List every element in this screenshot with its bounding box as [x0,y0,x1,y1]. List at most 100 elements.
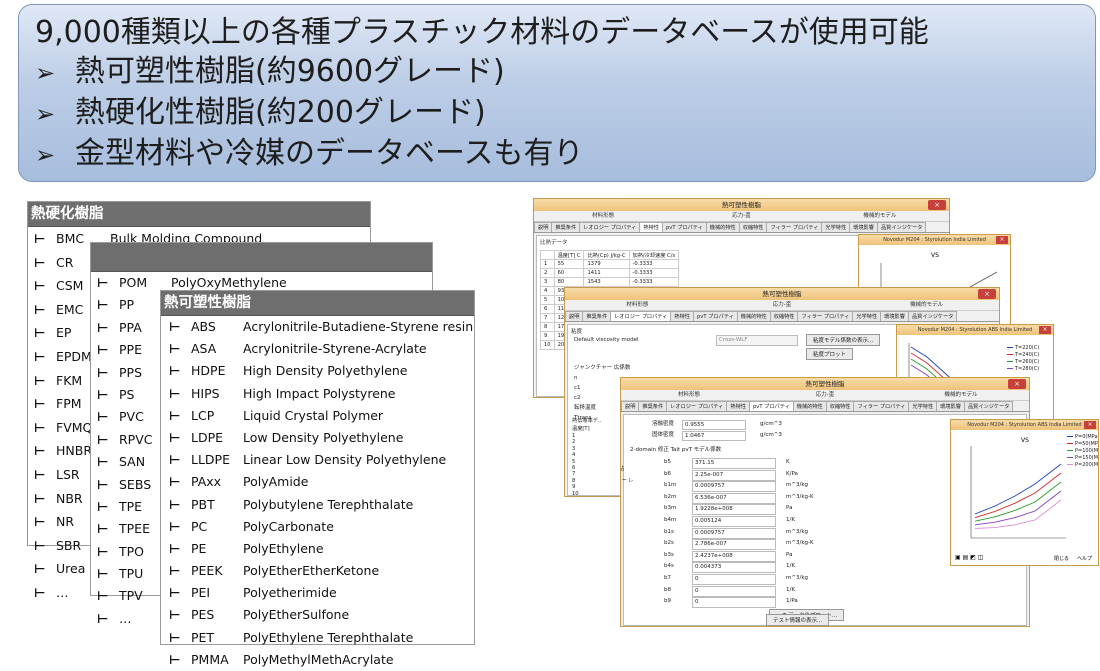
param-value-field[interactable]: 2.4237e+008 [692,550,776,562]
property-tab[interactable]: 説明 [621,401,640,411]
property-tab[interactable]: 収縮特性 [769,311,799,321]
pvt-param-row: b3m 1.9228e+008 Pa [664,503,864,516]
tree-branch-icon: ⊢ [97,610,109,626]
property-tab[interactable]: 機械的特性 [792,401,827,411]
tree-branch-icon: ⊢ [34,325,46,341]
property-tab[interactable]: 光学特性 [908,401,938,411]
material-row[interactable]: ⊢ PET PolyEthylene Terephthalate [161,627,474,649]
tree-branch-icon: ⊢ [34,537,46,553]
chart-label: VS [1021,437,1029,444]
close-icon[interactable]: × [1039,326,1051,334]
property-tab[interactable]: フィラー プロパティ [797,311,854,321]
pvt-param-row: b6 2.25e-007 K/Pa [664,469,864,481]
param-value-field[interactable]: 1.0467 [682,431,746,441]
param-label: 溶融密度 [652,421,675,427]
param-value-field[interactable]: 0.0009757 [692,527,776,539]
param-value-field[interactable]: 0 [692,573,776,585]
property-tab[interactable]: 説明 [534,222,553,232]
property-tab[interactable]: 熱特性 [639,222,663,232]
material-row[interactable]: ⊢ PEI Polyetherimide [161,582,474,604]
param-value-field[interactable]: 0.005124 [692,515,776,527]
chart-toolbar-icons[interactable]: ▣ ▤ ◩ ◫ [955,554,983,561]
property-tab[interactable]: pvT プロパティ [748,401,794,411]
viscosity-model-select[interactable]: Cross-WLF [716,335,798,346]
material-code: TPU [119,566,144,582]
pvt-param-row: b2m 6.536e-007 m^3/kg-K [664,492,864,504]
property-tab[interactable]: pvT プロパティ [661,222,707,232]
property-tab[interactable]: 環境影響 [936,401,965,411]
property-tab[interactable]: 品質インジケータ [876,222,927,232]
close-button[interactable]: 閉じる [1051,555,1072,562]
tree-branch-icon: ⊢ [97,364,109,380]
property-tab[interactable]: 推奨条件 [551,222,581,232]
property-tab[interactable]: 機械的特性 [736,311,771,321]
param-value-field[interactable]: 0 [692,585,776,597]
property-tab[interactable]: 光学特性 [821,222,851,232]
param-value-field[interactable]: 0.004373 [692,562,776,574]
help-button[interactable]: ヘルプ [1074,555,1095,562]
material-code: TPEE [119,521,150,537]
param-value-field[interactable]: 2.25e-007 [692,469,776,481]
property-tab[interactable]: 熱特性 [670,311,694,321]
property-tab[interactable]: フィラー プロパティ [853,401,910,411]
material-row[interactable]: ⊢ ABS Acrylonitrile-Butadiene-Styrene resi… [161,316,474,338]
close-icon[interactable]: × [928,200,946,210]
property-tab[interactable]: 説明 [565,311,584,321]
close-icon[interactable]: × [996,236,1008,244]
material-row[interactable]: ⊢ PAxx PolyAmide [161,471,474,493]
property-tab[interactable]: レオロジー プロパティ [610,311,672,321]
param-value-field[interactable]: 371.15 [692,458,776,469]
legend-entry: P=100(MPa) [1067,448,1099,455]
property-tab[interactable]: 環境影響 [849,222,878,232]
param-value-field[interactable]: 0.9555 [682,420,746,430]
coefficient-label: c1 [574,385,581,391]
chart-series-line [974,490,1062,526]
table-cell: 8 [540,322,555,332]
property-tab[interactable]: 光学特性 [852,311,882,321]
legend-swatch [1007,346,1013,349]
show-viscosity-coefficients-button[interactable]: 粘度モデル係数の表示... [806,334,881,346]
material-row[interactable]: ⊢ LLDPE Linear Low Density Polyethylene [161,449,474,471]
property-tab[interactable]: フィラー プロパティ [766,222,823,232]
legend-label: P=100(MPa) [1075,448,1099,454]
property-tab[interactable]: レオロジー プロパティ [666,401,728,411]
property-tab[interactable]: 熱特性 [726,401,750,411]
close-icon[interactable]: × [1008,379,1026,389]
material-row[interactable]: ⊢ HDPE High Density Polyethylene [161,360,474,382]
tree-branch-icon: ⊢ [34,372,46,388]
param-value-field[interactable]: 6.536e-007 [692,492,776,504]
material-row[interactable]: ⊢ PMMA PolyMethylMethAcrylate [161,649,474,671]
material-row[interactable]: ⊢ LDPE Low Density Polyethylene [161,427,474,449]
material-row[interactable]: ⊢ PEEK PolyEtherEtherKetone [161,560,474,582]
material-name: High Impact Polystyrene [243,385,396,401]
close-icon[interactable]: × [978,289,996,299]
param-value-field[interactable]: 0 [692,597,776,609]
param-value-field[interactable]: 2.786e-007 [692,539,776,551]
tree-branch-icon: ⊢ [169,363,181,379]
close-icon[interactable]: × [1084,421,1096,429]
param-value-field[interactable]: 1.9228e+008 [692,504,776,516]
property-tab[interactable]: 品質インジケータ [907,311,958,321]
property-tab[interactable]: 推奨条件 [582,311,612,321]
show-test-info-button[interactable]: テスト情報の表示... [766,614,830,626]
property-tab[interactable]: 収縮特性 [825,401,855,411]
property-tab[interactable]: 収縮特性 [738,222,768,232]
property-tab[interactable]: 推奨条件 [638,401,668,411]
property-tab[interactable]: レオロジー プロパティ [579,222,641,232]
property-tab[interactable]: 機械的特性 [705,222,740,232]
material-row[interactable]: ⊢ PC PolyCarbonate [161,516,474,538]
table-cell: -0.3333 [628,268,680,278]
property-tab[interactable]: 品質インジケータ [963,401,1014,411]
viscosity-plot-button[interactable]: 粘度プロット [806,348,854,360]
material-row[interactable]: ⊢ PES PolyEtherSulfone [161,604,474,626]
material-row[interactable]: ⊢ HIPS High Impact Polystyrene [161,383,474,405]
material-row[interactable]: ⊢ PE PolyEthylene [161,538,474,560]
property-tab[interactable]: pvT プロパティ [692,311,738,321]
arrow-bullet-icon: ➢ [35,100,56,128]
material-row[interactable]: ⊢ LCP Liquid Crystal Polymer [161,405,474,427]
material-row[interactable]: ⊢ PBT Polybutylene Terephthalate [161,494,474,516]
property-tab[interactable]: 環境影響 [880,311,909,321]
param-value-field[interactable]: 0.0009757 [692,481,776,493]
material-row[interactable]: ⊢ ASA Acrylonitrile-Styrene-Acrylate [161,338,474,360]
tree-branch-icon: ⊢ [169,651,181,667]
